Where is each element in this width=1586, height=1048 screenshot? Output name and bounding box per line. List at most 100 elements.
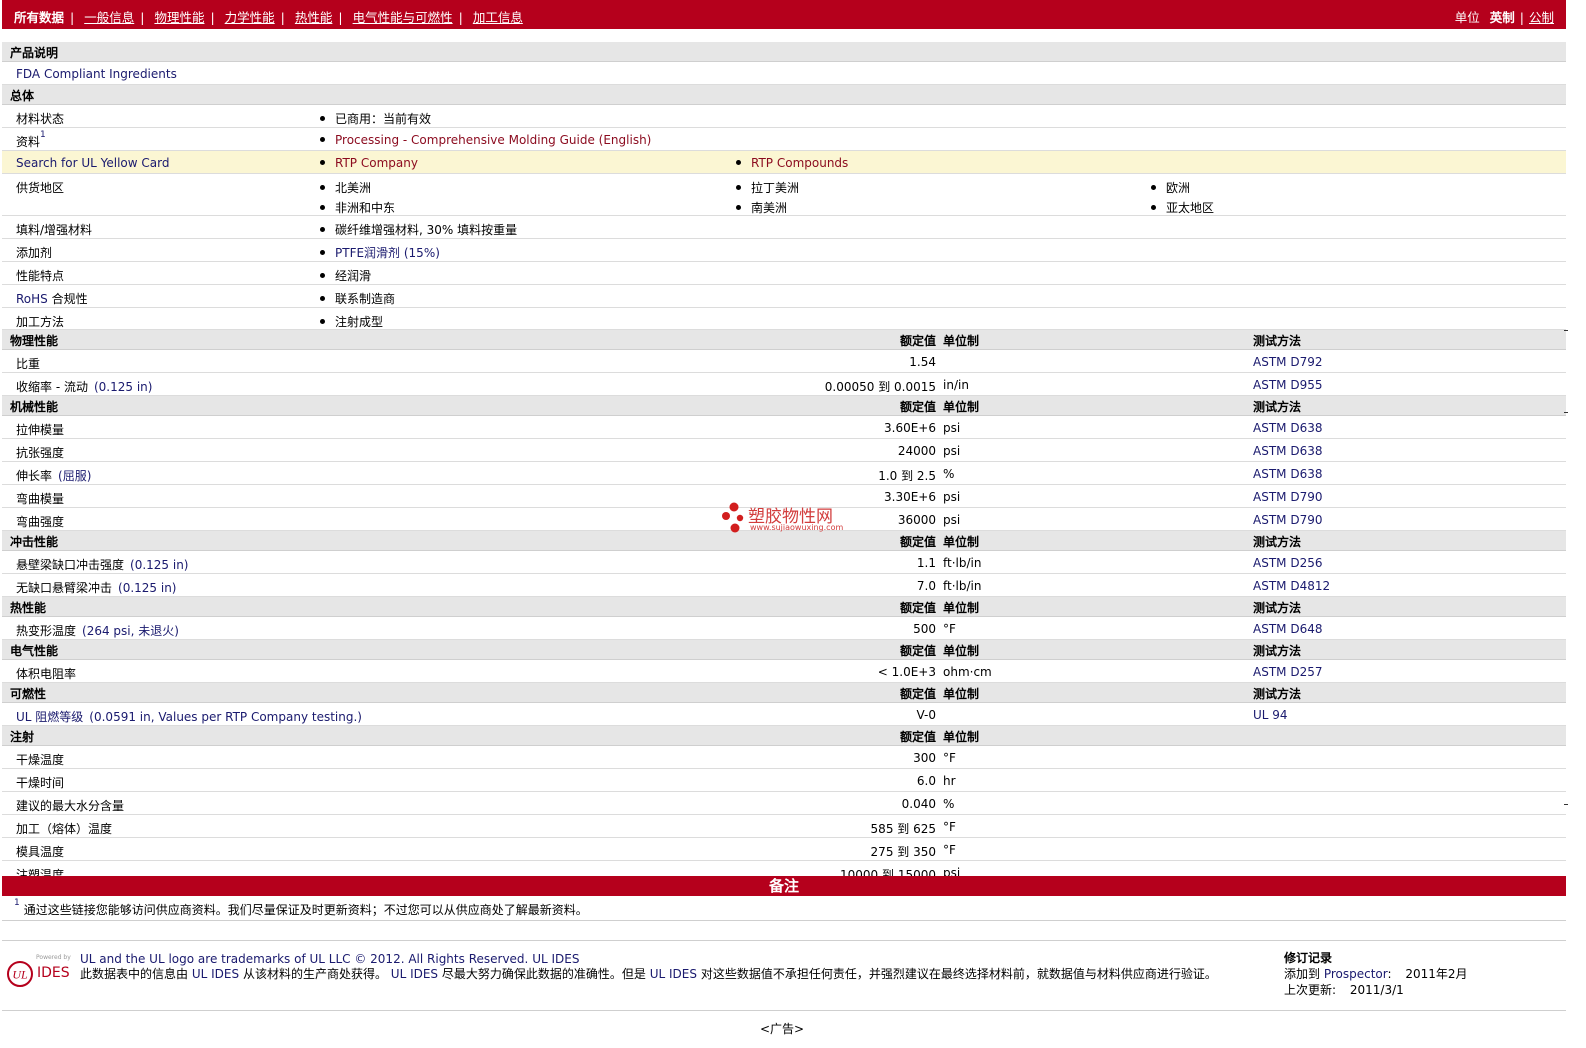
property-name: 干燥温度 — [16, 753, 65, 767]
ul-logo-icon: UL — [7, 961, 33, 987]
section-header-injection: 注射 额定值 单位制 — [2, 726, 1566, 746]
region-item: 拉丁美洲 — [736, 179, 799, 196]
property-value: 585 到 625 — [870, 822, 936, 836]
general-row-additive: 添加剂 PTFE润滑剂 (15%) — [2, 239, 1566, 262]
property-unit: ft·lb/in — [943, 579, 982, 593]
column-header-method: 测试方法 — [1253, 334, 1302, 348]
rtp-compounds-link[interactable]: RTP Compounds — [751, 156, 848, 170]
additive-value: PTFE润滑剂 (15%) — [320, 244, 440, 261]
tab-processing[interactable]: 加工信息 — [473, 10, 523, 25]
prospector-link[interactable]: Prospector — [1324, 967, 1388, 981]
tab-mechanical[interactable]: 力学性能 — [225, 10, 275, 25]
ul-ides-logo: Powered by UL IDES — [6, 954, 78, 994]
section-title: 电气性能 — [10, 644, 59, 658]
row-label: 材料状态 — [16, 112, 65, 126]
tab-general-info[interactable]: 一般信息 — [84, 10, 134, 25]
tab-physical[interactable]: 物理性能 — [154, 10, 204, 25]
ul-ides-link[interactable]: UL IDES — [391, 967, 438, 981]
property-value: 500 — [913, 622, 936, 636]
divider — [2, 940, 1566, 941]
yellow-card-label: Search for UL Yellow Card — [16, 156, 170, 170]
disclaimer-text: 此数据表中的信息由 — [80, 967, 189, 981]
datasheet: 产品说明 FDA Compliant Ingredients 总体 材料状态 已… — [2, 42, 1566, 884]
updated-label: 上次更新: — [1284, 983, 1337, 997]
property-name: 无缺口悬臂梁冲击 — [16, 581, 113, 595]
column-header-method: 测试方法 — [1253, 687, 1302, 701]
column-header-unit: 单位制 — [943, 535, 980, 549]
test-method[interactable]: UL 94 — [1253, 708, 1288, 722]
updated-date: 2011/3/1 — [1349, 983, 1404, 997]
added-label: 添加到 — [1284, 967, 1321, 981]
notes-header: 备注 — [2, 876, 1566, 896]
property-name: 体积电阻率 — [16, 667, 77, 681]
section-title: 产品说明 — [10, 46, 59, 60]
region-item: 欧洲 — [1151, 179, 1190, 196]
property-row: 抗张强度 24000 psi ASTM D638 — [2, 439, 1566, 462]
unit-label: 单位 — [1454, 10, 1480, 25]
tab-electrical-flammability[interactable]: 电气性能与可燃性 — [353, 10, 453, 25]
test-method: ASTM D790 — [1253, 490, 1323, 504]
added-colon: : — [1387, 967, 1392, 981]
tab-thermal[interactable]: 热性能 — [295, 10, 333, 25]
rtp-company-link[interactable]: RTP Company — [335, 156, 418, 170]
property-label: 建议的最大水分含量 — [16, 797, 124, 814]
general-row-filler: 填料/增强材料 碳纤维增强材料, 30% 填料按重量 — [2, 216, 1566, 239]
property-unit: psi — [943, 490, 961, 504]
property-value: 1.54 — [909, 355, 936, 369]
column-header-value: 额定值 — [899, 535, 936, 549]
property-row: 无缺口悬臂梁冲击 (0.125 in) 7.0 ft·lb/in ASTM D4812 — [2, 574, 1566, 597]
property-name: UL 阻燃等级 — [16, 710, 84, 724]
general-row-status: 材料状态 已商用：当前有效 — [2, 105, 1566, 128]
column-header-value: 额定值 — [899, 687, 936, 701]
section-title: 机械性能 — [10, 400, 59, 414]
test-method: ASTM D790 — [1253, 513, 1323, 527]
disclaimer-text: 从该材料的生产商处获得。 — [242, 967, 387, 981]
filler-value: 碳纤维增强材料, 30% 填料按重量 — [320, 221, 517, 238]
row-label: 性能特点 — [16, 269, 65, 283]
general-row-rohs: RoHS 合规性 联系制造商 — [2, 285, 1566, 308]
region-item: 南美洲 — [736, 199, 787, 216]
section-title: 总体 — [10, 89, 35, 103]
ul-ides-link[interactable]: UL IDES — [192, 967, 239, 981]
ul-ides-link[interactable]: UL IDES — [532, 952, 579, 966]
property-name: 建议的最大水分含量 — [16, 799, 125, 813]
rohs-link[interactable]: RoHS — [16, 292, 48, 306]
property-value: 24000 — [897, 444, 936, 458]
molding-guide-link[interactable]: Processing - Comprehensive Molding Guide… — [335, 133, 651, 147]
column-header-value: 额定值 — [899, 601, 936, 615]
footnote-ref[interactable]: 1 — [40, 130, 46, 140]
resource-link-wrap: Processing - Comprehensive Molding Guide… — [320, 133, 651, 147]
property-unit: °F — [943, 751, 956, 765]
test-method: ASTM D257 — [1253, 665, 1323, 679]
property-label: UL 阻燃等级 (0.0591 in, Values per RTP Compan… — [16, 708, 362, 725]
property-unit: psi — [943, 444, 961, 458]
footnote-text: 通过这些链接您能够访问供应商资料。我们尽量保证及时更新资料；不过您可以从供应商处… — [23, 903, 588, 917]
logo-ides-text: IDES — [37, 965, 70, 981]
property-row: 伸长率 (屈服) 1.0 到 2.5% ASTM D638 — [2, 462, 1566, 485]
disclaimer-text: 尽最大努力确保此数据的准确性。但是 — [441, 967, 646, 981]
unit-metric-link[interactable]: 公制 — [1529, 10, 1554, 25]
property-tables: 物理性能 额定值 单位制 测试方法 比重 1.54 ASTM D792 收缩率 - 流动 (0.… — [2, 330, 1566, 884]
row-label: 加工方法 — [16, 315, 65, 329]
footnote: 1 通过这些链接您能够访问供应商资料。我们尽量保证及时更新资料；不过您可以从供应商… — [14, 898, 588, 918]
column-header-value: 额定值 — [899, 334, 936, 348]
rohs-value: 联系制造商 — [320, 290, 395, 307]
description-row: FDA Compliant Ingredients — [2, 62, 1566, 85]
property-row: 加工（熔体）温度 585 到 625 °F — [2, 815, 1566, 838]
tab-all-data[interactable]: 所有数据 — [14, 10, 64, 25]
section-title: 热性能 — [10, 601, 47, 615]
property-value: V-0 — [916, 708, 936, 722]
property-unit: °F — [943, 843, 956, 857]
yellow-card-b-wrap: RTP Compounds — [736, 156, 848, 170]
section-title: 冲击性能 — [10, 535, 59, 549]
property-label: 体积电阻率 — [16, 665, 76, 682]
property-label: 悬壁梁缺口冲击强度 (0.125 in) — [16, 556, 189, 573]
property-row: 干燥时间 6.0 hr — [2, 769, 1566, 792]
unit-imperial: 英制 — [1489, 10, 1515, 25]
ul-ides-link[interactable]: UL IDES — [650, 967, 697, 981]
property-row: 悬壁梁缺口冲击强度 (0.125 in) 1.1 ft·lb/in ASTM D256 — [2, 551, 1566, 574]
feature-value: 经润滑 — [320, 267, 371, 284]
test-method: ASTM D648 — [1253, 622, 1323, 636]
column-header-value: 额定值 — [899, 400, 936, 414]
property-label: 拉伸模量 — [16, 421, 64, 438]
